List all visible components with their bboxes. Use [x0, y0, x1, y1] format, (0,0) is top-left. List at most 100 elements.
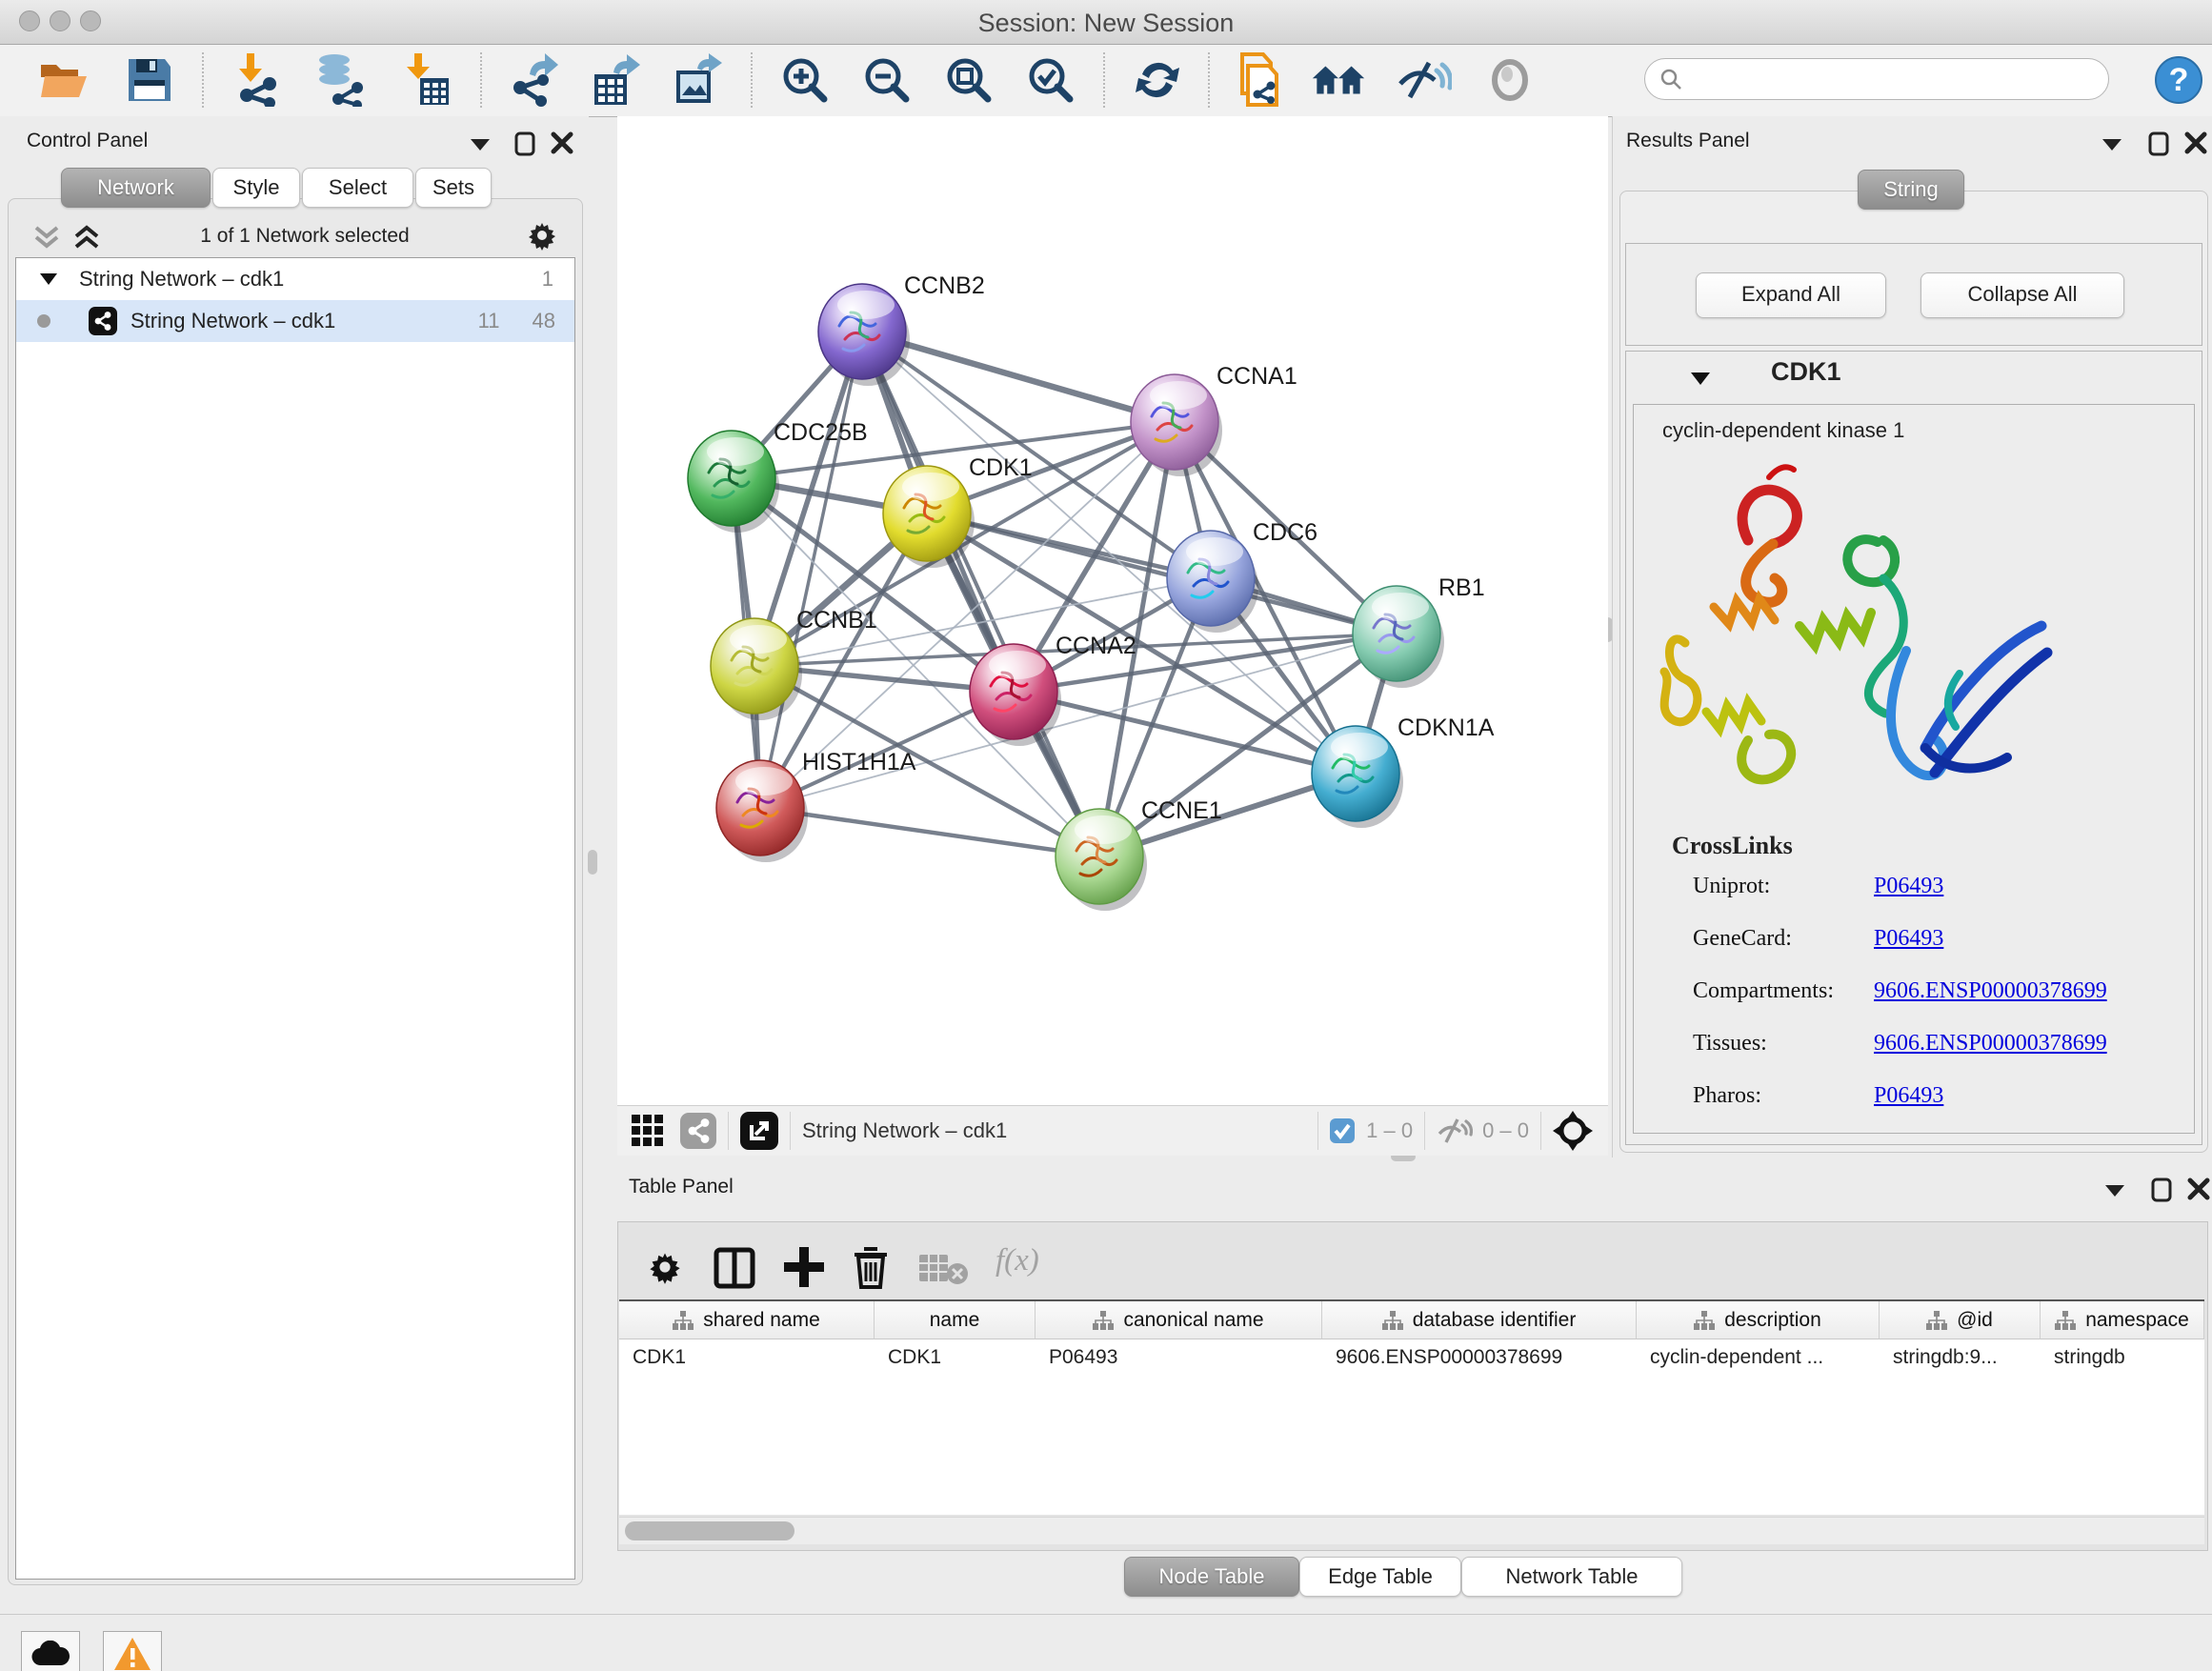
export-table-icon[interactable]	[589, 52, 644, 108]
delete-column-icon[interactable]	[851, 1245, 891, 1289]
collapse-all-button[interactable]: Collapse All	[1920, 272, 2124, 318]
node-CCNB2[interactable]: CCNB2	[818, 272, 985, 386]
function-builder-icon[interactable]: f(x)	[995, 1243, 1039, 1278]
selected-checkbox-icon[interactable]	[1330, 1118, 1355, 1143]
collapse-panel-icon[interactable]	[469, 137, 492, 152]
detach-view-icon[interactable]	[740, 1112, 778, 1150]
table-cell[interactable]: CDK1	[619, 1339, 875, 1376]
tree-expand-icon[interactable]	[39, 272, 58, 287]
table-cell[interactable]: stringdb:9...	[1880, 1339, 2041, 1376]
clone-network-icon[interactable]	[1231, 52, 1286, 108]
table-gear-icon[interactable]	[647, 1249, 683, 1285]
column-header-shared-name[interactable]: shared name	[619, 1301, 875, 1339]
help-icon[interactable]: ?	[2151, 52, 2206, 108]
column-header-description[interactable]: description	[1637, 1301, 1880, 1339]
home-neighbors-icon[interactable]	[1311, 52, 1366, 108]
open-session-icon[interactable]	[36, 52, 91, 108]
tab-string[interactable]: String	[1858, 170, 1964, 210]
delete-table-icon[interactable]	[919, 1253, 969, 1285]
table-cell[interactable]: stringdb	[2041, 1339, 2204, 1376]
tab-sets[interactable]: Sets	[415, 168, 492, 208]
warning-button[interactable]	[103, 1631, 162, 1671]
import-table-icon[interactable]	[400, 52, 455, 108]
node-CCNE1[interactable]: CCNE1	[1056, 797, 1222, 911]
edge-CCNB2-HIST1H1A[interactable]	[760, 332, 862, 808]
table-cell[interactable]: P06493	[1036, 1339, 1322, 1376]
node-CDKN1A[interactable]: CDKN1A	[1312, 715, 1495, 828]
close-results-icon[interactable]	[2184, 131, 2207, 154]
export-network-icon[interactable]	[507, 52, 562, 108]
show-hidden-eye-icon[interactable]	[1482, 52, 1538, 108]
grid-mode-icon[interactable]	[631, 1114, 665, 1148]
export-image-icon[interactable]	[671, 52, 726, 108]
crosslink-row: Compartments:9606.ENSP00000378699	[1693, 978, 2169, 1004]
collapse-results-icon[interactable]	[2101, 137, 2123, 152]
refresh-icon[interactable]	[1130, 52, 1185, 108]
node-label-CCNB2: CCNB2	[904, 272, 985, 299]
crosslink-link[interactable]: P06493	[1874, 874, 1943, 899]
column-header-database-identifier[interactable]: database identifier	[1322, 1301, 1637, 1339]
tab-edge-table[interactable]: Edge Table	[1299, 1557, 1461, 1597]
hscroll-thumb[interactable]	[625, 1521, 794, 1540]
tab-style[interactable]: Style	[212, 168, 300, 208]
crosslink-link[interactable]: 9606.ENSP00000378699	[1874, 1031, 2107, 1057]
import-network-file-icon[interactable]	[231, 52, 286, 108]
table-cell[interactable]: 9606.ENSP00000378699	[1322, 1339, 1637, 1376]
network-canvas[interactable]: CCNB2CCNA1CDC25BCDK1CDC6RB1CCNB1CCNA2CDK…	[617, 116, 1608, 1105]
hide-selected-eye-icon[interactable]	[1397, 52, 1452, 108]
crosslink-link[interactable]: P06493	[1874, 926, 1943, 952]
float-panel-icon[interactable]	[514, 131, 535, 156]
cloud-button[interactable]	[21, 1631, 80, 1671]
add-column-icon[interactable]	[782, 1245, 826, 1289]
node-RB1[interactable]: RB1	[1353, 574, 1485, 688]
column-header-namespace[interactable]: namespace	[2041, 1301, 2204, 1339]
search-field[interactable]	[1644, 58, 2109, 100]
column-panel-icon[interactable]	[714, 1247, 755, 1289]
zoom-selected-icon[interactable]	[1023, 52, 1078, 108]
network-collection-row[interactable]: String Network – cdk1 1	[16, 258, 574, 300]
gene-collapse-icon[interactable]	[1689, 371, 1712, 387]
table-row[interactable]: CDK1CDK1P064939606.ENSP00000378699cyclin…	[619, 1339, 2204, 1376]
collapse-all-chevron-icon[interactable]	[32, 225, 61, 250]
gear-icon[interactable]	[526, 219, 558, 252]
crosslink-link[interactable]: P06493	[1874, 1083, 1943, 1109]
cytoscape-window: Session: New Session	[0, 0, 2212, 1671]
edge-CDK1-RB1[interactable]	[927, 513, 1397, 634]
tab-select[interactable]: Select	[302, 168, 413, 208]
edge-HIST1H1A-CCNE1[interactable]	[760, 808, 1099, 856]
zoom-in-icon[interactable]	[777, 52, 833, 108]
float-results-icon[interactable]	[2148, 131, 2169, 156]
hidden-eye-icon[interactable]	[1437, 1117, 1473, 1145]
tab-node-table[interactable]: Node Table	[1124, 1557, 1299, 1597]
expand-all-button[interactable]: Expand All	[1696, 272, 1886, 318]
close-table-icon[interactable]	[2187, 1178, 2210, 1200]
node-CCNB1[interactable]: CCNB1	[711, 607, 877, 720]
expand-all-chevron-icon[interactable]	[72, 225, 101, 250]
column-header-name[interactable]: name	[875, 1301, 1036, 1339]
table-cell[interactable]: CDK1	[875, 1339, 1036, 1376]
crosslink-link[interactable]: 9606.ENSP00000378699	[1874, 978, 2107, 1004]
zoom-out-icon[interactable]	[859, 52, 915, 108]
table-cell[interactable]: cyclin-dependent ...	[1637, 1339, 1880, 1376]
column-header-canonical-name[interactable]: canonical name	[1036, 1301, 1322, 1339]
node-HIST1H1A[interactable]: HIST1H1A	[716, 749, 916, 862]
tab-network-table[interactable]: Network Table	[1461, 1557, 1682, 1597]
node-CDC6[interactable]: CDC6	[1167, 519, 1317, 633]
collapse-table-icon[interactable]	[2103, 1183, 2126, 1198]
close-panel-icon[interactable]	[551, 131, 573, 154]
table-hscrollbar[interactable]	[619, 1517, 2204, 1544]
save-session-icon[interactable]	[122, 52, 177, 108]
float-table-icon[interactable]	[2151, 1178, 2172, 1202]
birds-eye-icon[interactable]	[1553, 1111, 1593, 1151]
column-header--id[interactable]: @id	[1880, 1301, 2041, 1339]
network-graph[interactable]: CCNB2CCNA1CDC25BCDK1CDC6RB1CCNB1CCNA2CDK…	[617, 116, 1608, 1105]
search-input[interactable]	[1683, 67, 2087, 91]
node-CDK1[interactable]: CDK1	[883, 454, 1033, 568]
network-row[interactable]: String Network – cdk1 11 48	[16, 300, 574, 342]
import-network-database-icon[interactable]	[312, 52, 368, 108]
left-splitter-handle[interactable]	[588, 850, 597, 875]
share-view-icon[interactable]	[680, 1113, 716, 1149]
node-label-CCNE1: CCNE1	[1141, 797, 1222, 824]
tab-network[interactable]: Network	[61, 168, 211, 208]
zoom-fit-icon[interactable]	[941, 52, 996, 108]
